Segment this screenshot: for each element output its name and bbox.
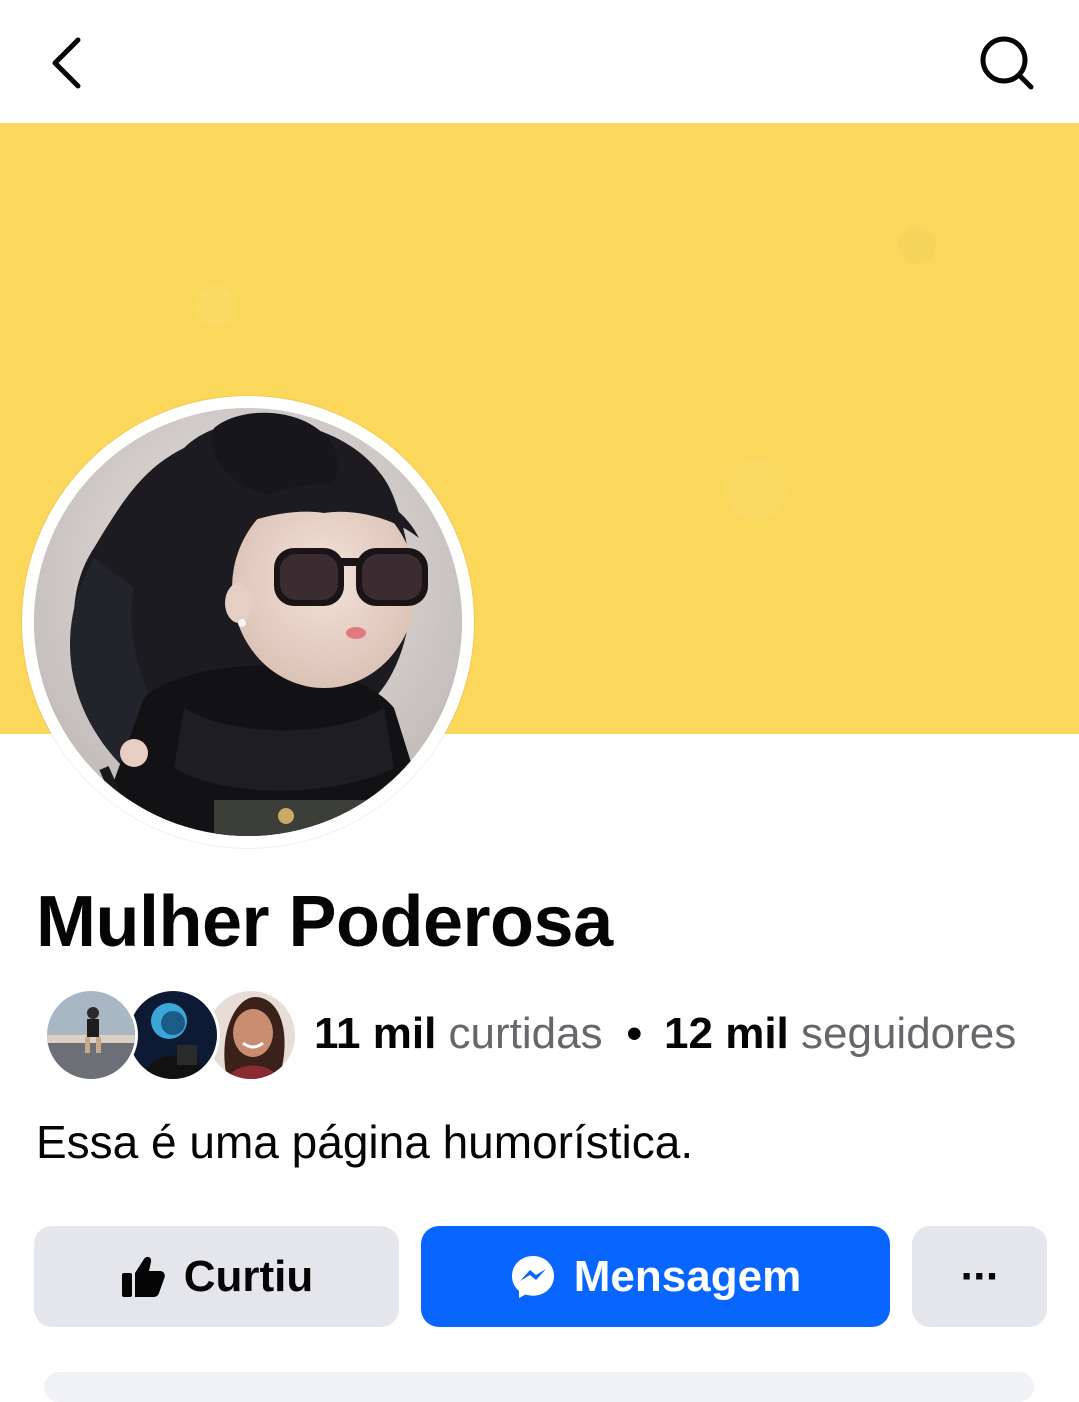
doll-girl-sunglasses-avatar [34,408,462,836]
thumbs-up-icon [120,1255,166,1299]
back-button[interactable] [38,30,98,96]
followers-count: 12 mil [664,1009,789,1058]
search-button[interactable] [972,30,1040,96]
friend-avatar-2 [126,988,220,1082]
search-icon [980,36,1034,90]
avatar [34,408,462,836]
more-options-button[interactable]: ··· [912,1226,1047,1327]
page-bio: Essa é uma página humorística. [36,1116,694,1168]
liked-button-label: Curtiu [183,1251,314,1301]
liked-button[interactable]: Curtiu [34,1226,399,1327]
friend-avatar-1 [44,988,138,1082]
stats-text: 11 mil curtidas • 12 mil seguidores [314,1008,1016,1060]
profile-picture[interactable] [22,396,474,848]
stats-separator: • [626,1009,643,1058]
likes-count: 11 mil [314,1009,437,1058]
likes-followers-row[interactable]: 11 mil curtidas • 12 mil seguidores [44,988,1054,1082]
likes-label: curtidas [448,1009,603,1058]
page-title: Mulher Poderosa [36,882,613,962]
top-bar [0,0,1079,123]
chevron-left-icon [52,37,81,89]
next-section-card [44,1372,1034,1402]
message-button-label: Mensagem [573,1251,802,1301]
more-dots-icon: ··· [960,1251,1001,1301]
messenger-icon [510,1254,556,1300]
message-button[interactable]: Mensagem [421,1226,890,1327]
followers-label: seguidores [801,1009,1017,1058]
